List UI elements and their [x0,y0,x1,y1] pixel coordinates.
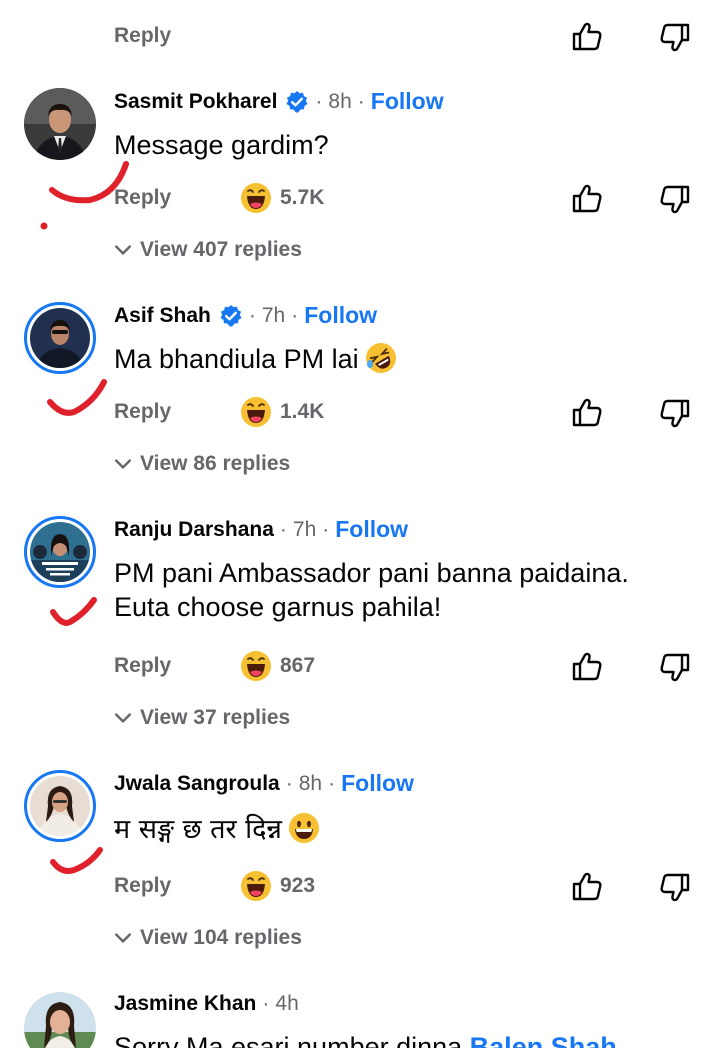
laughing-face-icon [240,870,272,902]
comment-text-content: Ma bhandiula PM lai [114,344,359,374]
reply-button[interactable]: Reply [114,24,240,48]
thumbs-up-icon[interactable] [570,396,604,430]
view-replies-label: View 86 replies [140,452,291,475]
follow-button[interactable]: Follow [304,302,377,329]
separator: · [291,303,299,327]
separator: · [357,89,365,113]
comment-text: म सङ्ग छ तर दिन्न [114,812,320,847]
laughing-face-icon [240,650,272,682]
separator: · [328,771,336,795]
comment-text: Sorry Ma esari number dinna Balen Shah [114,1030,617,1048]
view-replies-button[interactable]: View 37 replies [114,706,290,730]
view-replies-button[interactable]: View 86 replies [114,452,290,476]
chevron-down-icon [114,455,132,473]
avatar[interactable] [24,992,96,1048]
follow-button[interactable]: Follow [335,516,408,543]
separator: · [248,303,256,327]
red-check-annotation [47,379,107,416]
reactions[interactable]: 923 [240,870,315,902]
commenter-name[interactable]: Jasmine Khan [114,992,256,1016]
red-check-annotation [40,161,129,230]
comment-text: Ma bhandiula PM lai [114,342,397,376]
reply-button[interactable]: Reply [114,874,240,898]
thumbs-up-icon[interactable] [570,182,604,216]
separator: · [262,992,270,1015]
reaction-count: 1.4K [280,400,325,423]
comment-time: 8h [298,771,323,795]
separator: · [279,517,287,541]
reaction-count: 5.7K [280,186,325,209]
grinning-face-icon [288,812,320,844]
chevron-down-icon [114,709,132,727]
separator: · [322,517,330,541]
thumbs-down-icon[interactable] [658,20,692,54]
verified-badge-icon [219,304,243,328]
reaction-count: 867 [280,654,316,677]
reply-button[interactable]: Reply [114,654,240,678]
view-replies-label: View 37 replies [140,706,291,729]
commenter-name[interactable]: Asif Shah [114,304,211,328]
comment: Asif Shah · 7h · Follow Ma bhandiula PM … [0,294,720,494]
thumbs-up-icon[interactable] [570,20,604,54]
laughing-face-icon [240,396,272,428]
comment-text-content: म सङ्ग छ तर दिन्न [114,814,282,845]
separator: · [315,89,323,113]
thumbs-up-icon[interactable] [570,650,604,684]
thumbs-down-icon[interactable] [658,182,692,216]
laughing-face-icon [240,182,272,214]
comment: Jwala Sangroula · 8h · Follow म सङ्ग छ त… [0,762,720,962]
verified-badge-icon [285,90,309,114]
reactions[interactable]: 1.4K [240,396,324,428]
comment: Sasmit Pokharel · 8h · Follow Message ga… [0,80,720,280]
mention-link[interactable]: Balen Shah [470,1032,617,1048]
commenter-name[interactable]: Ranju Darshana [114,518,274,542]
avatar[interactable] [24,516,96,588]
chevron-down-icon [114,241,132,259]
chevron-down-icon [114,929,132,947]
reaction-count: 923 [280,874,316,897]
comment: Jasmine Khan · 4h Sorry Ma esari number … [0,984,720,1048]
reply-button[interactable]: Reply [114,400,240,424]
comment-text-content: Sorry Ma esari number dinna [114,1032,463,1048]
comment-time: 8h [328,89,352,113]
thumbs-down-icon[interactable] [658,396,692,430]
view-replies-button[interactable]: View 407 replies [114,238,302,262]
comment-partial-top: Reply [0,0,720,70]
comment: Ranju Darshana · 7h · Follow PM pani Amb… [0,508,720,740]
avatar[interactable] [24,770,96,842]
view-replies-label: View 407 replies [140,238,302,261]
thumbs-up-icon[interactable] [570,870,604,904]
commenter-name[interactable]: Jwala Sangroula [114,772,280,796]
avatar[interactable] [24,88,96,160]
comment-time: 7h [261,303,286,327]
thumbs-down-icon[interactable] [658,870,692,904]
rolling-on-floor-laughing-icon [365,342,397,374]
red-check-annotation [50,847,103,874]
comment-time: 4h [275,992,299,1015]
separator: · [285,771,293,795]
red-check-annotation [50,597,97,626]
follow-button[interactable]: Follow [341,770,414,797]
comment-text: Message gardim? [114,130,329,160]
commenter-name[interactable]: Sasmit Pokharel [114,90,277,114]
view-replies-label: View 104 replies [140,926,302,949]
comment-time: 7h [292,517,317,541]
thumbs-down-icon[interactable] [658,650,692,684]
reactions[interactable]: 5.7K [240,182,324,214]
avatar[interactable] [24,302,96,374]
reactions[interactable]: 867 [240,650,315,682]
comment-text: PM pani Ambassador pani banna paidaina. … [114,558,629,622]
follow-button[interactable]: Follow [371,88,444,115]
laughing-face-icon [116,0,148,6]
view-replies-button[interactable]: View 104 replies [114,926,302,950]
